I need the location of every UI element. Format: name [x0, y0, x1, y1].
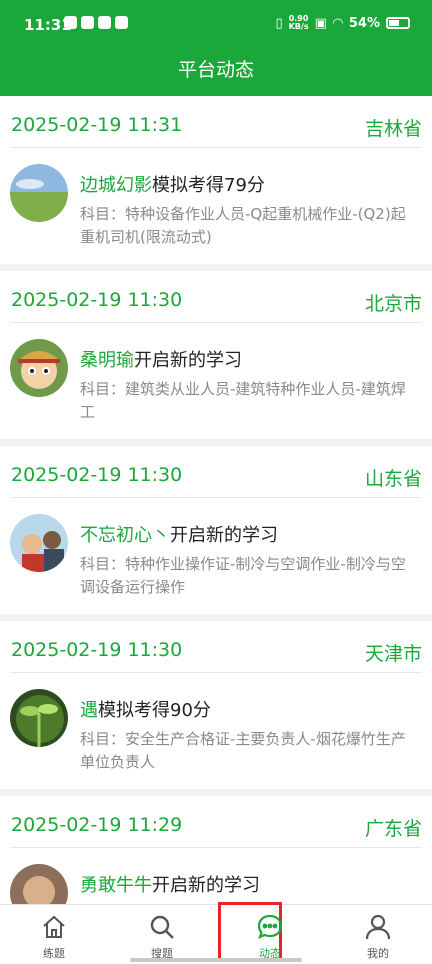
card-time: 2025-02-19 11:30 — [11, 639, 183, 661]
status-bar: 11:31 ▯ 0.90 KB/s ▣ ◠ 54% — [0, 0, 432, 48]
subject-text: 科目：特种设备作业人员-Q起重机械作业-(Q2)起重机司机(限流动式) — [80, 205, 406, 246]
activity-feed[interactable]: 2025-02-19 11:31 吉林省 边城幻影模拟考得79分 科目：特种设备… — [0, 96, 432, 904]
card-time: 2025-02-19 11:29 — [11, 814, 183, 836]
page-header: 平台动态 — [0, 48, 432, 96]
app-notification-icon — [115, 16, 128, 29]
activity-line: 遇模拟考得90分 — [80, 696, 211, 722]
user-name[interactable]: 遇 — [80, 700, 98, 721]
activity-action: 开启新的学习 — [152, 875, 260, 896]
card-body: 不忘初心丶开启新的学习 科目：特种作业操作证-制冷与空调作业-制冷与空调设备运行… — [0, 498, 432, 613]
battery-percent: 54% — [348, 15, 380, 31]
card-header: 2025-02-19 11:31 吉林省 — [10, 96, 422, 148]
card-header: 2025-02-19 11:30 北京市 — [10, 271, 422, 323]
activity-action: 模拟考得90分 — [98, 700, 211, 721]
home-icon — [43, 915, 65, 938]
card-province: 吉林省 — [364, 118, 422, 140]
user-name[interactable]: 不忘初心丶 — [80, 525, 170, 546]
card-header: 2025-02-19 11:30 天津市 — [10, 621, 422, 673]
avatar[interactable] — [10, 864, 68, 904]
activity-line: 边城幻影模拟考得79分 — [80, 171, 265, 197]
card-province: 北京市 — [364, 293, 422, 315]
battery-icon — [386, 17, 410, 29]
user-name[interactable]: 边城幻影 — [80, 175, 152, 196]
subject-text: 科目：建筑类从业人员-建筑特种作业人员-建筑焊工 — [80, 380, 406, 421]
user-name[interactable]: 勇敢牛牛 — [80, 875, 152, 896]
avatar[interactable] — [10, 339, 68, 397]
avatar[interactable] — [10, 689, 68, 747]
card-province: 广东省 — [364, 818, 422, 840]
card-body: 遇模拟考得90分 科目：安全生产合格证-主要负责人-烟花爆竹生产单位负责人 — [0, 673, 432, 788]
tab-label: 我的 — [367, 947, 389, 960]
chat-bubble-icon — [257, 914, 283, 940]
page-title: 平台动态 — [177, 59, 254, 81]
tiktok-icon — [81, 16, 94, 29]
tab-search[interactable]: 搜题 — [108, 905, 216, 964]
tab-label: 练题 — [43, 947, 65, 960]
card-body: 边城幻影模拟考得79分 科目：特种设备作业人员-Q起重机械作业-(Q2)起重机司… — [0, 148, 432, 263]
card-time: 2025-02-19 11:31 — [11, 114, 183, 136]
status-right: ▯ 0.90 KB/s ▣ ◠ 54% — [275, 15, 410, 31]
avatar[interactable] — [10, 514, 68, 572]
activity-line: 桑明瑜开启新的学习 — [80, 346, 242, 372]
home-indicator[interactable] — [130, 958, 302, 962]
feed-card[interactable]: 2025-02-19 11:29 广东省 勇敢牛牛开启新的学习 — [0, 796, 432, 904]
subject-text: 科目：特种作业操作证-制冷与空调作业-制冷与空调设备运行操作 — [80, 555, 406, 596]
notification-icons — [64, 16, 128, 29]
activity-line: 勇敢牛牛开启新的学习 — [80, 871, 260, 897]
user-name[interactable]: 桑明瑜 — [80, 350, 134, 371]
activity-action: 模拟考得79分 — [152, 175, 265, 196]
tab-practice[interactable]: 练题 — [0, 905, 108, 964]
search-icon — [150, 915, 174, 939]
net-speed: 0.90 KB/s — [288, 14, 309, 31]
card-header: 2025-02-19 11:30 山东省 — [10, 446, 422, 498]
activity-action: 开启新的学习 — [134, 350, 242, 371]
card-body: 勇敢牛牛开启新的学习 — [0, 848, 432, 904]
tab-mine[interactable]: 我的 — [324, 905, 432, 964]
card-time: 2025-02-19 11:30 — [11, 464, 183, 486]
bottom-tab-bar: 练题 搜题 动态 我的 — [0, 902, 432, 964]
activity-action: 开启新的学习 — [170, 525, 278, 546]
feed-card[interactable]: 2025-02-19 11:30 山东省 不忘初心丶开启新的学习 科目：特种作业… — [0, 446, 432, 614]
feed-card[interactable]: 2025-02-19 11:31 吉林省 边城幻影模拟考得79分 科目：特种设备… — [0, 96, 432, 264]
vibrate-icon: ▯ — [275, 15, 283, 31]
user-icon — [365, 914, 391, 940]
feed-card[interactable]: 2025-02-19 11:30 北京市 桑明瑜开启新的学习 科目：建筑类从业人… — [0, 271, 432, 439]
subject-text: 科目：安全生产合格证-主要负责人-烟花爆竹生产单位负责人 — [80, 730, 406, 771]
activity-line: 不忘初心丶开启新的学习 — [80, 521, 278, 547]
card-province: 天津市 — [364, 643, 422, 665]
app-notification-icon — [98, 16, 111, 29]
tab-activity[interactable]: 动态 — [216, 902, 324, 964]
feed-card[interactable]: 2025-02-19 11:30 天津市 遇模拟考得90分 科目：安全生产合格证… — [0, 621, 432, 789]
card-header: 2025-02-19 11:29 广东省 — [10, 796, 422, 848]
wifi-icon: ◠ — [332, 15, 343, 31]
app-notification-icon — [64, 16, 77, 29]
no-sim-icon: ▣ — [314, 15, 327, 31]
avatar[interactable] — [10, 164, 68, 222]
card-body: 桑明瑜开启新的学习 科目：建筑类从业人员-建筑特种作业人员-建筑焊工 — [0, 323, 432, 438]
card-province: 山东省 — [364, 468, 422, 490]
card-time: 2025-02-19 11:30 — [11, 289, 183, 311]
